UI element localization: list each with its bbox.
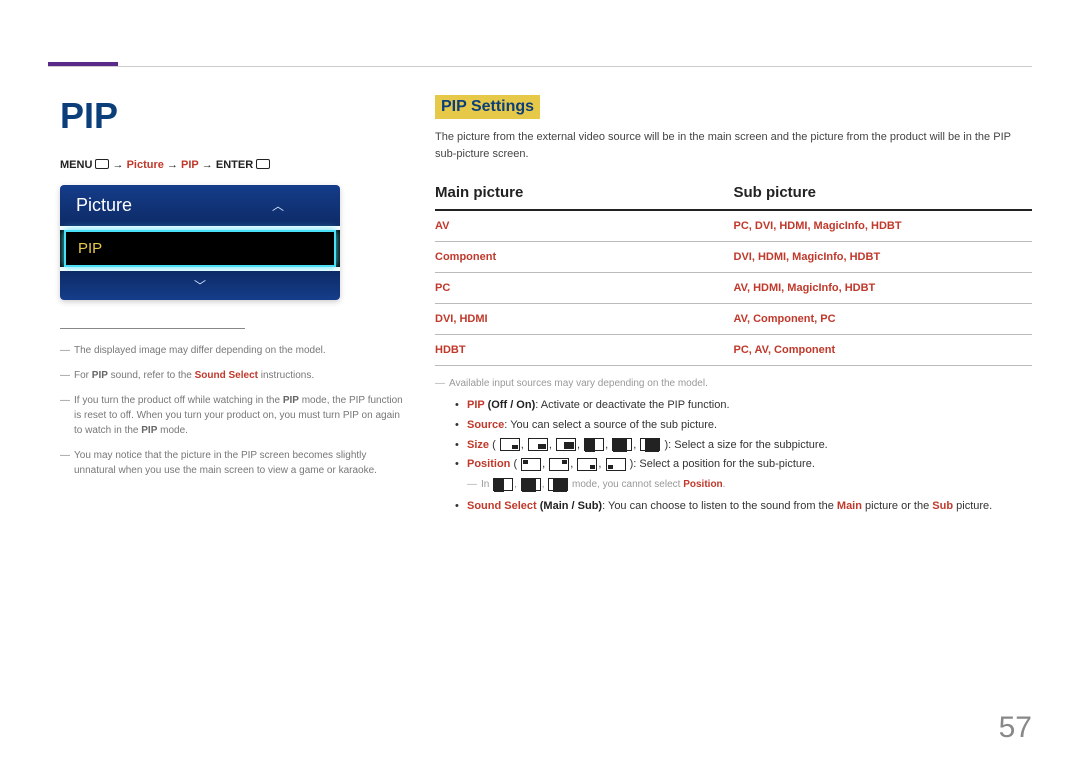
notes-list: The displayed image may differ depending… [60, 343, 405, 478]
right-column: PIP Settings The picture from the extern… [435, 95, 1032, 517]
source-desc: : You can select a source of the sub pic… [504, 419, 717, 431]
arrow-1: → [113, 159, 127, 171]
table-header-sub: Sub picture [734, 178, 1033, 210]
bullet-source: Source: You can select a source of the s… [455, 416, 1032, 436]
size-icon-split-right-2 [548, 478, 568, 491]
size-icon-large [556, 438, 576, 451]
arrow-3: → [202, 159, 216, 171]
osd-selected-item[interactable]: PIP [64, 230, 336, 267]
position-restriction-note: In , , mode, you cannot select Position. [467, 477, 1032, 493]
pip-desc: : Activate or deactivate the PIP functio… [535, 399, 729, 411]
cell-main-picture: PC [435, 273, 734, 304]
top-horizontal-rule [48, 66, 1032, 67]
ss-end: picture. [953, 500, 992, 512]
size-icon-split-right [640, 438, 660, 451]
caret-up-icon: ︿ [272, 197, 284, 214]
arrow-2: → [167, 159, 181, 171]
ss-mid: picture or the [862, 500, 932, 512]
size-icon-medium [528, 438, 548, 451]
osd-title: Picture [76, 195, 132, 216]
cell-sub-picture: PC, DVI, HDMI, MagicInfo, HDBT [734, 210, 1033, 242]
path-picture: Picture [127, 159, 164, 171]
bullet-pip: PIP (Off / On): Activate or deactivate t… [455, 396, 1032, 416]
table-row: HDBTPC, AV, Component [435, 335, 1032, 366]
cell-main-picture: Component [435, 242, 734, 273]
footnote: The displayed image may differ depending… [60, 343, 405, 358]
section-description: The picture from the external video sour… [435, 129, 1032, 162]
pip-compatibility-table: Main picture Sub picture AVPC, DVI, HDMI… [435, 178, 1032, 366]
enter-label: ENTER [216, 159, 253, 171]
pip-options: (Off / On) [485, 399, 536, 411]
bullet-position: Position ( , , , ): Select a position fo… [455, 455, 1032, 493]
osd-row: PIP [60, 230, 340, 267]
menu-icon [95, 159, 109, 169]
position-icon-bottom-right [577, 458, 597, 471]
cell-sub-picture: PC, AV, Component [734, 335, 1033, 366]
osd-footer: ﹀ [60, 271, 340, 300]
pip-label: PIP [467, 399, 485, 411]
availability-note: Available input sources may vary dependi… [435, 376, 1032, 392]
enter-icon [256, 159, 270, 169]
position-label: Position [467, 458, 510, 470]
menu-label: MENU [60, 159, 92, 171]
osd-preview-panel: Picture ︿ PIP ﹀ [60, 185, 340, 300]
table-header-main: Main picture [435, 178, 734, 210]
position-icon-bottom-left [606, 458, 626, 471]
ss-desc-a: : You can choose to listen to the sound … [602, 500, 837, 512]
ss-options: (Main / Sub) [537, 500, 602, 512]
table-row: PCAV, HDMI, MagicInfo, HDBT [435, 273, 1032, 304]
source-label: Source [467, 419, 504, 431]
cell-main-picture: AV [435, 210, 734, 242]
size-desc: : Select a size for the subpicture. [668, 439, 828, 451]
bullet-size: Size ( , , , , , ): Select a size for th… [455, 436, 1032, 456]
ss-sub: Sub [932, 500, 953, 512]
posnote-key: Position [683, 479, 722, 490]
table-row: AVPC, DVI, HDMI, MagicInfo, HDBT [435, 210, 1032, 242]
below-table-section: Available input sources may vary dependi… [435, 376, 1032, 517]
ss-main: Main [837, 500, 862, 512]
size-icon-split-even-2 [493, 478, 513, 491]
bullet-sound-select: Sound Select (Main / Sub): You can choos… [455, 497, 1032, 517]
size-icon-split-left [612, 438, 632, 451]
size-icon-split-even [584, 438, 604, 451]
settings-bullets: PIP (Off / On): Activate or deactivate t… [435, 396, 1032, 517]
left-column: PIP MENU → Picture → PIP → ENTER Picture… [60, 95, 435, 517]
position-icon-top-left [521, 458, 541, 471]
position-desc: : Select a position for the sub-picture. [633, 458, 815, 470]
cell-sub-picture: AV, Component, PC [734, 304, 1033, 335]
ss-label: Sound Select [467, 500, 537, 512]
table-row: DVI, HDMIAV, Component, PC [435, 304, 1032, 335]
posnote-mid: mode, you cannot select [572, 479, 683, 490]
cell-sub-picture: AV, HDMI, MagicInfo, HDBT [734, 273, 1033, 304]
footnote: If you turn the product off while watchi… [60, 393, 405, 438]
section-title: PIP Settings [435, 95, 540, 119]
page-number: 57 [999, 711, 1032, 745]
cell-sub-picture: DVI, HDMI, MagicInfo, HDBT [734, 242, 1033, 273]
caret-down-icon: ﹀ [194, 279, 206, 293]
footnote: For PIP sound, refer to the Sound Select… [60, 368, 405, 383]
size-label: Size [467, 439, 489, 451]
position-icon-top-right [549, 458, 569, 471]
osd-header: Picture ︿ [60, 185, 340, 226]
cell-main-picture: DVI, HDMI [435, 304, 734, 335]
notes-divider [60, 328, 245, 329]
path-pip: PIP [181, 159, 199, 171]
table-row: ComponentDVI, HDMI, MagicInfo, HDBT [435, 242, 1032, 273]
posnote-end: . [723, 479, 726, 490]
size-icon-small [500, 438, 520, 451]
posnote-pre: In [481, 479, 492, 490]
page-title: PIP [60, 95, 405, 137]
page-content: PIP MENU → Picture → PIP → ENTER Picture… [60, 95, 1032, 517]
footnote: You may notice that the picture in the P… [60, 448, 405, 478]
cell-main-picture: HDBT [435, 335, 734, 366]
size-icon-split-left-2 [521, 478, 541, 491]
menu-path: MENU → Picture → PIP → ENTER [60, 159, 405, 171]
